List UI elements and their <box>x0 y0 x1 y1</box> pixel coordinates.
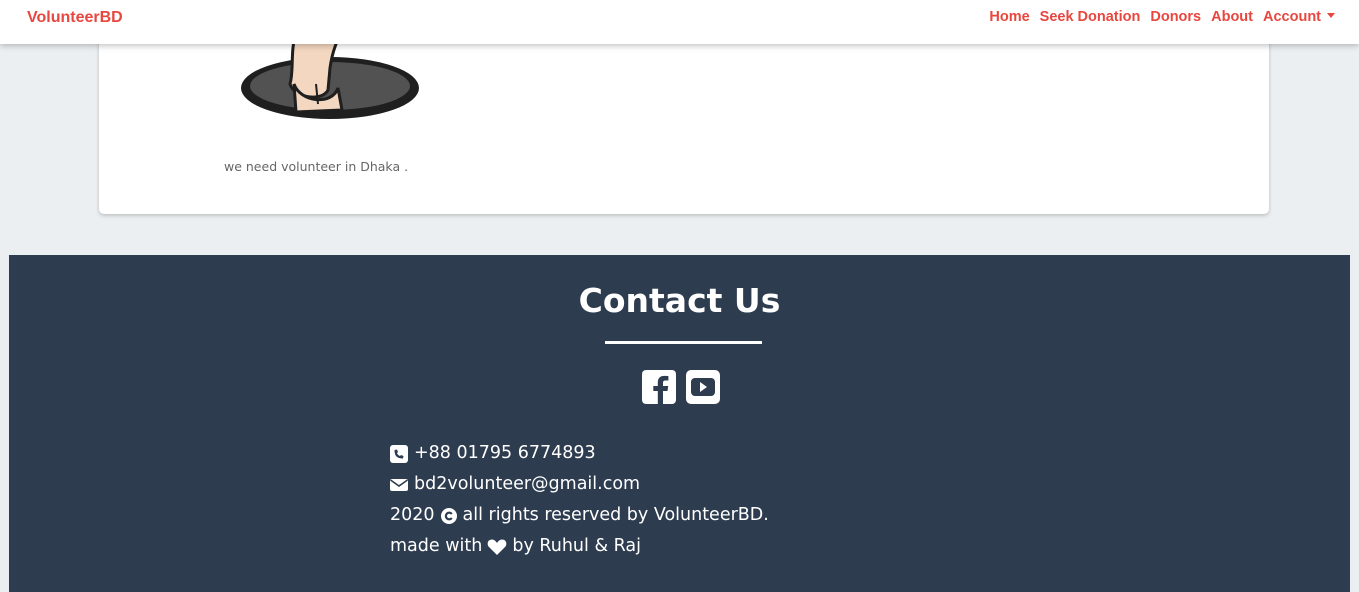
copyright-year: 2020 <box>390 505 435 525</box>
post-description: we need volunteer in Dhaka . <box>224 159 409 174</box>
footer-title: Contact Us <box>578 281 781 320</box>
facebook-icon[interactable] <box>642 370 676 404</box>
nav-link-home[interactable]: Home <box>989 9 1029 25</box>
contact-info: +88 01795 6774893 bd2volunteer@gmail.com… <box>390 438 769 562</box>
copyright-line: 2020 all rights reserved by VolunteerBD. <box>390 500 769 531</box>
envelope-icon <box>390 478 408 491</box>
phone-line: +88 01795 6774893 <box>390 438 769 469</box>
top-navbar: VolunteerBD Home Seek Donation Donors Ab… <box>0 0 1359 44</box>
footer: Contact Us +88 01795 6774893 bd2voluntee <box>9 255 1350 592</box>
nav-link-donors[interactable]: Donors <box>1150 9 1201 25</box>
nav-menu: Home Seek Donation Donors About Account <box>979 9 1335 25</box>
brand-logo[interactable]: VolunteerBD <box>27 9 123 27</box>
email-line: bd2volunteer@gmail.com <box>390 469 769 500</box>
credits-line: made with by Ruhul & Raj <box>390 531 769 562</box>
youtube-icon[interactable] <box>686 370 720 404</box>
caret-down-icon <box>1327 12 1335 18</box>
made-with-suffix: by Ruhul & Raj <box>512 536 642 556</box>
account-label: Account <box>1263 9 1321 25</box>
heart-icon <box>488 539 507 555</box>
title-divider <box>605 341 762 344</box>
email-address: bd2volunteer@gmail.com <box>414 474 641 494</box>
phone-icon <box>390 444 408 463</box>
phone-number: +88 01795 6774893 <box>414 443 596 463</box>
copyright-text: all rights reserved by VolunteerBD. <box>462 505 769 525</box>
nav-link-about[interactable]: About <box>1211 9 1253 25</box>
copyright-icon <box>440 507 457 524</box>
social-links <box>642 370 720 404</box>
nav-link-account-dropdown[interactable]: Account <box>1263 9 1335 25</box>
nav-link-seek-donation[interactable]: Seek Donation <box>1040 9 1141 25</box>
made-with-prefix: made with <box>390 536 483 556</box>
